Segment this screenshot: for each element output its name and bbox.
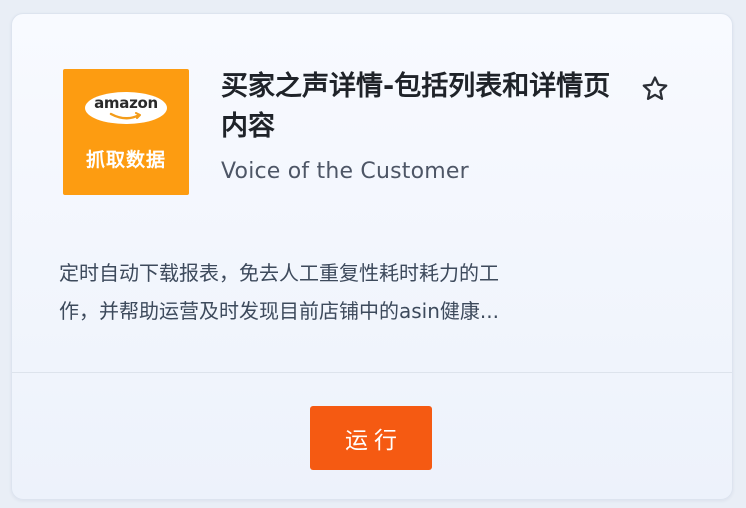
app-description: 定时自动下载报表，免去人工重复性耗时耗力的工 作，并帮助运营及时发现目前店铺中的… xyxy=(59,254,691,330)
description-line: 作，并帮助运营及时发现目前店铺中的asin健康... xyxy=(59,299,499,323)
app-logo: amazon 抓取数据 xyxy=(63,69,189,195)
amazon-smile-icon xyxy=(109,112,141,120)
star-icon[interactable] xyxy=(640,74,670,104)
app-subtitle: Voice of the Customer xyxy=(221,159,469,184)
logo-caption: 抓取数据 xyxy=(85,149,166,171)
amazon-logo-text: amazon xyxy=(94,94,158,112)
description-line: 定时自动下载报表，免去人工重复性耗时耗力的工 xyxy=(59,261,499,285)
app-title: 买家之声详情-包括列表和详情页内容 xyxy=(221,71,611,142)
app-card: amazon 抓取数据 买家之声详情-包括列表和详情页内容 Voice of t… xyxy=(11,13,733,500)
run-button[interactable]: 运行 xyxy=(310,406,432,470)
amazon-logo-badge: amazon xyxy=(85,92,167,124)
card-divider xyxy=(12,372,732,373)
